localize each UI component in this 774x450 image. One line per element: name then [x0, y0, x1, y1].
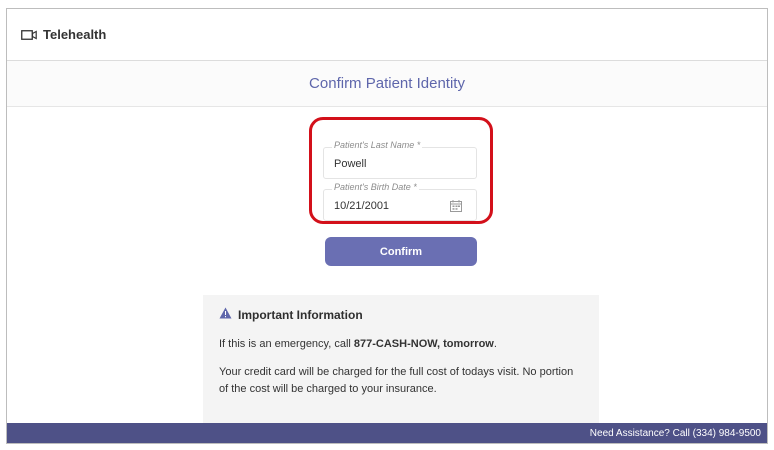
top-bar: Telehealth	[7, 9, 767, 61]
warning-icon	[219, 307, 232, 322]
info-heading: Important Information	[219, 307, 583, 322]
video-camera-icon	[21, 29, 37, 41]
main-content: Patient's Last Name * Patient's Birth Da…	[7, 107, 767, 423]
last-name-field[interactable]: Patient's Last Name *	[323, 140, 477, 179]
charge-notice: Your credit card will be charged for the…	[219, 366, 574, 395]
page-title: Confirm Patient Identity	[7, 61, 767, 107]
birth-date-label: Patient's Birth Date *	[332, 182, 419, 192]
app-window: Telehealth Confirm Patient Identity Pati…	[6, 8, 768, 444]
assistance-footer: Need Assistance? Call (334) 984-9500	[7, 423, 767, 443]
important-info-panel: Important Information If this is an emer…	[203, 295, 599, 423]
brand[interactable]: Telehealth	[21, 27, 106, 42]
emergency-notice: If this is an emergency, call 877-CASH-N…	[219, 338, 583, 350]
info-title: Important Information	[238, 307, 363, 322]
last-name-label: Patient's Last Name *	[332, 140, 423, 150]
birth-date-input[interactable]	[334, 200, 444, 212]
emergency-number: 877-CASH-NOW, tomorrow	[353, 338, 494, 350]
last-name-input[interactable]	[334, 158, 444, 170]
confirm-button[interactable]: Confirm	[325, 237, 477, 266]
brand-label: Telehealth	[43, 27, 107, 42]
emergency-prefix: If this is an emergency, call	[219, 338, 354, 350]
calendar-icon[interactable]	[450, 199, 462, 212]
birth-date-field[interactable]: Patient's Birth Date *	[323, 182, 477, 221]
emergency-suffix: .	[493, 338, 497, 350]
